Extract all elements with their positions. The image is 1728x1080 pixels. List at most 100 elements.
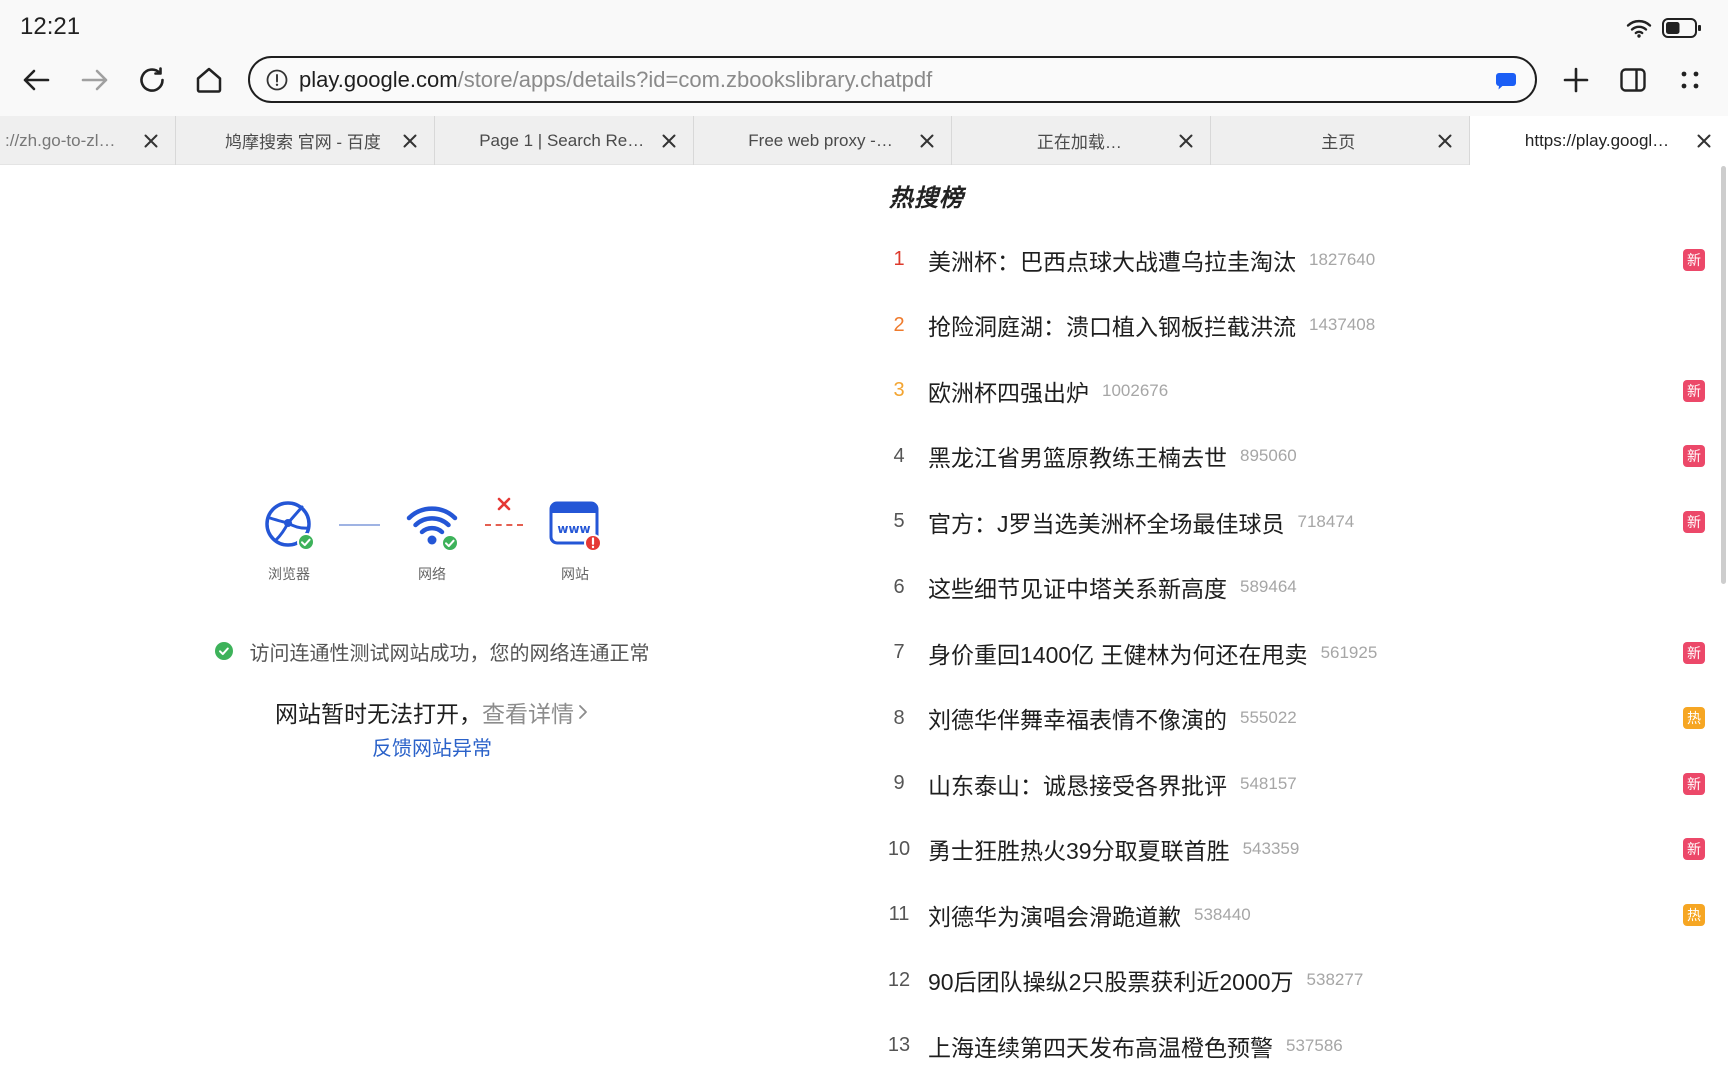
tab-loading[interactable]: 正在加载…: [952, 116, 1212, 165]
url-host: play.google.com: [299, 67, 458, 92]
hot-search-count: 589464: [1240, 577, 1297, 597]
wifi-icon: [1626, 19, 1652, 38]
hot-search-rank: 2: [893, 313, 905, 336]
hot-search-item-title[interactable]: 黑龙江省男篮原教练王楠去世: [928, 439, 1227, 473]
hot-search-badge: 热: [1683, 903, 1705, 926]
tab-home[interactable]: 主页: [1211, 116, 1471, 165]
tab-close-button[interactable]: [139, 129, 163, 153]
hot-search-row[interactable]: 1 美洲杯：巴西点球大战遭乌拉圭淘汰 1827640 新: [880, 227, 1720, 293]
hot-search-count: 548157: [1240, 773, 1297, 793]
hot-search-item-title[interactable]: 身价重回1400亿 王健林为何还在甩卖: [928, 636, 1308, 670]
tab-close-button[interactable]: [657, 129, 681, 153]
tab-label: Free web proxy -…: [748, 130, 893, 150]
hot-search-item-title[interactable]: 勇士狂胜热火39分取夏联首胜: [928, 832, 1230, 866]
hot-search-count: 718474: [1297, 511, 1355, 531]
split-screen-button[interactable]: [1613, 60, 1653, 100]
home-button[interactable]: [189, 60, 229, 100]
hot-search-row[interactable]: 13 上海连续第四天发布高温橙色预警 537586: [880, 1013, 1720, 1079]
hot-search-item-title[interactable]: 上海连续第四天发布高温橙色预警: [928, 1029, 1273, 1063]
url-path: /store/apps/details?id=com.zbookslibrary…: [457, 67, 933, 92]
website-www-icon: www: [549, 501, 602, 552]
hot-search-row[interactable]: 6 这些细节见证中塔关系新高度 589464: [880, 555, 1720, 621]
battery-icon: [1662, 18, 1701, 38]
hot-search-row[interactable]: 10 勇士狂胜热火39分取夏联首胜 543359 新: [880, 817, 1720, 883]
tab-free-web-proxy[interactable]: Free web proxy -…: [694, 116, 953, 165]
status-time: 12:21: [20, 13, 81, 40]
tab-play-google[interactable]: https://play.googl…: [1470, 116, 1728, 165]
hot-search-count: 1437408: [1309, 315, 1376, 335]
hot-search-rank: 12: [887, 968, 911, 991]
tab-jiumo-search[interactable]: 鸠摩搜索 官网 - 百度: [176, 116, 435, 165]
hot-search-row[interactable]: 2 抢险洞庭湖：溃口植入钢板拦截洪流 1437408: [880, 293, 1720, 359]
tab-label: https://play.googl…: [1524, 130, 1670, 150]
tab-label: 鸠摩搜索 官网 - 百度: [224, 133, 381, 152]
error-title: 网站暂时无法打开，: [275, 701, 482, 727]
browser-chrome: 12:21 play.google.com/store/apps/details…: [0, 0, 1728, 116]
error-headline: 网站暂时无法打开， 查看详情: [0, 697, 864, 727]
hot-search-row[interactable]: 4 黑龙江省男篮原教练王楠去世 895060 新: [880, 424, 1720, 490]
hot-search-item-title[interactable]: 官方：J罗当选美洲杯全场最佳球员: [928, 505, 1285, 539]
hot-search-item-title[interactable]: 美洲杯：巴西点球大战遭乌拉圭淘汰: [928, 243, 1296, 277]
forward-button[interactable]: [75, 60, 115, 100]
hot-search-count: 1002676: [1102, 380, 1169, 400]
hot-search-rank: 6: [893, 575, 905, 598]
hot-search-row[interactable]: 3 欧洲杯四强出炉 1002676 新: [880, 358, 1720, 424]
close-icon: [662, 134, 676, 147]
tab-search-results[interactable]: Page 1 | Search Re…: [435, 116, 694, 165]
address-bar[interactable]: play.google.com/store/apps/details?id=co…: [248, 56, 1537, 103]
hot-search-count: 895060: [1240, 446, 1297, 466]
vertical-scrollbar[interactable]: [1721, 166, 1726, 584]
view-details-link[interactable]: 查看详情: [482, 695, 574, 729]
network-wifi-icon: [406, 506, 459, 552]
hot-search-count: 561925: [1320, 642, 1378, 662]
hot-search-rank: 1: [893, 248, 905, 271]
hot-search-item-title[interactable]: 欧洲杯四强出炉: [928, 374, 1089, 408]
tab-label: 正在加载…: [1036, 133, 1122, 152]
hot-search-row[interactable]: 5 官方：J罗当选美洲杯全场最佳球员 718474 新: [880, 489, 1720, 555]
hot-search-item-title[interactable]: 刘德华伴舞幸福表情不像演的: [928, 701, 1227, 735]
more-menu-button[interactable]: [1670, 60, 1710, 100]
reload-icon: [140, 67, 164, 92]
error-page: www 浏览器 网络 网站 访问连通性测试网站成功，您的网络连通正常 网站暂时无…: [0, 165, 864, 1080]
tab-close-button[interactable]: [915, 129, 939, 153]
tab-close-button[interactable]: [398, 129, 422, 153]
tab-zh-go-to-zl[interactable]: ://zh.go-to-zl…: [0, 116, 176, 165]
reader-mode-icon[interactable]: [1495, 71, 1517, 91]
hot-search-badge: 新: [1683, 445, 1705, 468]
hot-search-item-title[interactable]: 这些细节见证中塔关系新高度: [928, 570, 1227, 604]
hot-search-row[interactable]: 8 刘德华伴舞幸福表情不像演的 555022 热: [880, 686, 1720, 752]
hot-search-row[interactable]: 7 身价重回1400亿 王健林为何还在甩卖 561925 新: [880, 620, 1720, 686]
hot-search-rank: 7: [893, 641, 905, 664]
hot-search-item-title[interactable]: 90后团队操纵2只股票获利近2000万: [928, 963, 1294, 997]
site-info-icon[interactable]: [266, 69, 288, 91]
hot-search-item-title[interactable]: 山东泰山：诚恳接受各界批评: [928, 767, 1227, 801]
new-tab-button[interactable]: [1556, 60, 1596, 100]
url-text[interactable]: play.google.com/store/apps/details?id=co…: [299, 58, 932, 101]
tab-close-button[interactable]: [1174, 129, 1198, 153]
tab-label: ://zh.go-to-zl…: [5, 130, 116, 150]
hot-search-row[interactable]: 9 山东泰山：诚恳接受各界批评 548157 新: [880, 751, 1720, 817]
hot-search-count: 1827640: [1309, 249, 1376, 269]
hot-search-badge: 新: [1683, 510, 1705, 533]
hot-search-item-title[interactable]: 刘德华为演唱会滑跪道歉: [928, 898, 1181, 932]
tab-bar: ://zh.go-to-zl… 鸠摩搜索 官网 - 百度 Page 1 | Se…: [0, 116, 1728, 165]
hot-search-count: 538440: [1194, 904, 1251, 924]
hot-search-item-title[interactable]: 抢险洞庭湖：溃口植入钢板拦截洪流: [928, 308, 1296, 342]
more-grid-icon: [1681, 71, 1699, 89]
tab-close-button[interactable]: [1433, 129, 1457, 153]
hot-search-row[interactable]: 11 刘德华为演唱会滑跪道歉 538440 热: [880, 882, 1720, 948]
hot-search-row[interactable]: 12 90后团队操纵2只股票获利近2000万 538277: [880, 948, 1720, 1014]
hot-search-count: 538277: [1306, 970, 1364, 990]
hot-search-count: 543359: [1242, 839, 1300, 859]
connectivity-message: 访问连通性测试网站成功，您的网络连通正常: [249, 642, 650, 665]
tab-close-button[interactable]: [1692, 129, 1716, 153]
reload-button[interactable]: [132, 60, 172, 100]
close-icon: [1438, 134, 1452, 147]
close-icon: [403, 134, 417, 147]
chevron-right-icon[interactable]: [577, 703, 589, 721]
browser-icon: [265, 501, 315, 551]
back-button[interactable]: [16, 60, 56, 100]
browser-label: 浏览器: [268, 566, 310, 582]
close-icon: [1179, 134, 1193, 147]
report-site-issue-link[interactable]: 反馈网站异常: [0, 736, 864, 762]
